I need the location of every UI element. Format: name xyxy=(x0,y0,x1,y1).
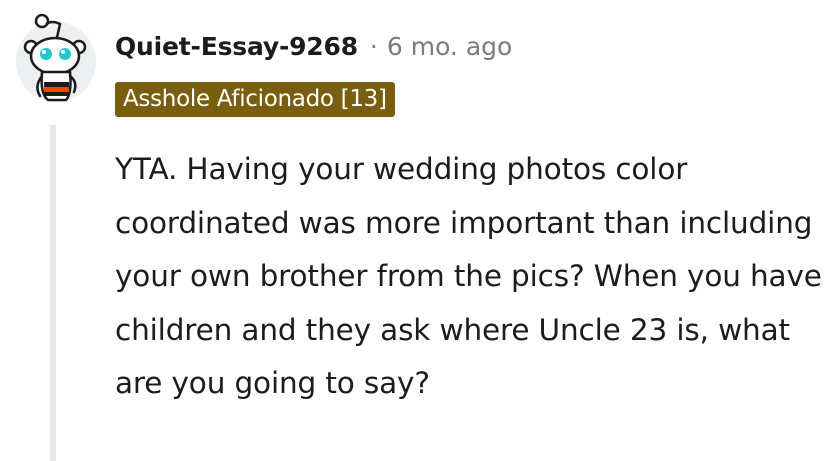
comment-body: YTA. Having your wedding photos color co… xyxy=(115,152,822,400)
user-flair-badge: Asshole Aficionado [13] xyxy=(115,82,395,117)
comment-timestamp[interactable]: 6 mo. ago xyxy=(387,32,512,61)
user-avatar-icon[interactable] xyxy=(16,13,96,106)
meta-separator: · xyxy=(369,31,378,61)
username-link[interactable]: Quiet-Essay-9268 xyxy=(115,32,358,61)
thread-collapse-line[interactable] xyxy=(50,125,56,461)
comment: Quiet-Essay-9268 · 6 mo. ago Asshole Afi… xyxy=(0,0,833,461)
comment-meta: Quiet-Essay-9268 · 6 mo. ago xyxy=(115,28,512,64)
